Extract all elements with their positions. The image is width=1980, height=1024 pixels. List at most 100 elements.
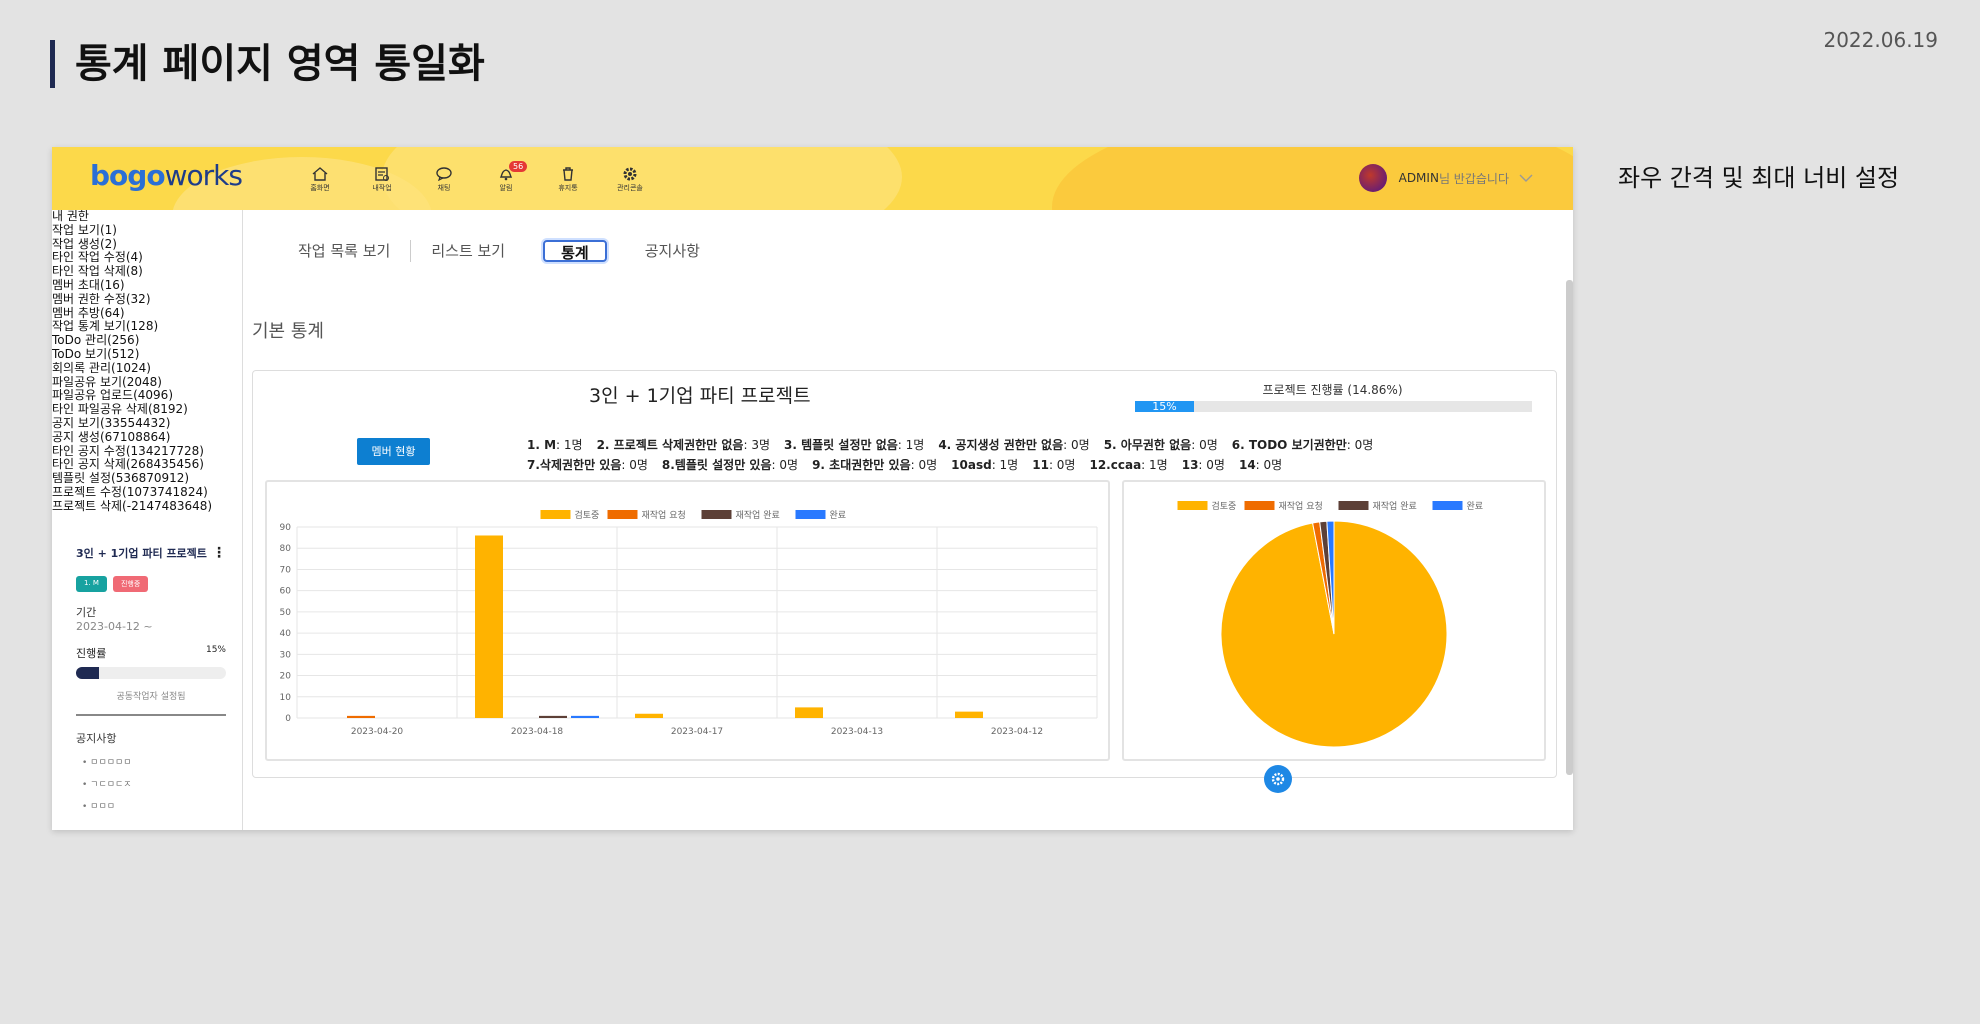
bar[interactable] xyxy=(539,715,567,718)
permission-item: 회의록 관리(1024) xyxy=(52,360,151,375)
y-tick-label: 0 xyxy=(285,714,291,724)
notice-item[interactable]: • ㅁㅁㅁㅁㅁ xyxy=(76,755,226,768)
legend-swatch[interactable] xyxy=(1244,501,1275,510)
legend-label[interactable]: 재작업 요청 xyxy=(1279,501,1323,512)
permission-item: 타인 공지 삭제(268435456) xyxy=(52,457,204,472)
project-name: 3인 + 1기업 파티 프로젝트 xyxy=(589,385,811,407)
y-tick-label: 60 xyxy=(280,587,292,597)
nav-chat[interactable]: 채팅 xyxy=(419,167,469,193)
nav-trash[interactable]: 휴지통 xyxy=(543,167,593,193)
coworker-status[interactable]: 공동작업자 설정됨 xyxy=(76,689,226,702)
sidebar: 내 권한 작업 보기(1) 작업 생성(2) 타인 작업 수정(4) 타인 작업 삭제(… xyxy=(52,210,243,830)
notice-item[interactable]: • ㄱㄷㅁㄷㅈ xyxy=(76,777,226,790)
scrollbar[interactable] xyxy=(1566,280,1573,775)
nav-admin-console[interactable]: 관리콘솔 xyxy=(605,167,655,193)
section-title: 기본 통계 xyxy=(252,321,324,342)
permission-item: 멤버 초대(16) xyxy=(52,277,125,292)
task-icon xyxy=(375,167,389,181)
nav-notifications[interactable]: 알림 56 xyxy=(481,161,531,193)
y-tick-label: 70 xyxy=(280,565,292,575)
legend-swatch[interactable] xyxy=(701,510,732,519)
statistics-panel: 3인 + 1기업 파티 프로젝트 프로젝트 진행률 (14.86%) 15% 멤… xyxy=(252,370,1557,778)
permission-item: 작업 보기(1) xyxy=(52,222,117,237)
bar[interactable] xyxy=(571,715,599,718)
legend-swatch[interactable] xyxy=(540,510,571,519)
bar[interactable] xyxy=(347,715,375,718)
bar[interactable] xyxy=(635,713,663,718)
x-tick-label: 2023-04-17 xyxy=(671,727,723,737)
x-tick-label: 2023-04-13 xyxy=(831,727,883,737)
legend-label[interactable]: 검토중 xyxy=(575,509,600,521)
role-count: 9. 초대권한만 있음: 0명 xyxy=(812,458,938,472)
y-tick-label: 90 xyxy=(280,523,292,533)
permission-item: 공지 보기(33554432) xyxy=(52,415,171,430)
project-card-title[interactable]: 3인 + 1기업 파티 프로젝트 xyxy=(76,545,226,561)
chat-icon xyxy=(436,167,452,181)
legend-label[interactable]: 완료 xyxy=(830,510,847,521)
nav-label: 알림 xyxy=(499,184,513,192)
pie-chart-card: 검토중 재작업 요청 재작업 완료 완료 xyxy=(1122,480,1546,761)
legend-swatch[interactable] xyxy=(1432,501,1463,510)
nav-home[interactable]: 홈화면 xyxy=(295,167,345,193)
nav-label: 채팅 xyxy=(437,184,451,192)
member-status-button[interactable]: 멤버 현황 xyxy=(357,438,430,465)
nav-label: 홈화면 xyxy=(310,184,330,192)
role-count: 11: 0명 xyxy=(1032,458,1076,472)
role-count: 1. M: 1명 xyxy=(527,438,583,452)
divider xyxy=(76,714,226,716)
permission-item: 프로젝트 수정(1073741824) xyxy=(52,484,208,499)
bar[interactable] xyxy=(475,535,503,718)
permission-item: 멤버 추방(64) xyxy=(52,305,125,320)
role-count: 13: 0명 xyxy=(1181,458,1225,472)
role-count: 10asd: 1명 xyxy=(951,458,1019,472)
role-count: 8.템플릿 설정만 있음: 0명 xyxy=(661,458,799,472)
role-count: 4. 공지생성 권한만 없음: 0명 xyxy=(938,438,1090,452)
role-count: 14: 0명 xyxy=(1238,458,1283,472)
y-tick-label: 40 xyxy=(280,629,292,639)
tab-notice[interactable]: 공지사항 xyxy=(625,240,720,262)
tab-statistics[interactable]: 통계 xyxy=(543,240,607,262)
legend-swatch[interactable] xyxy=(1338,501,1369,510)
permission-item: 프로젝트 삭제(-2147483648) xyxy=(52,498,213,513)
user-menu[interactable]: ADMIN 님 반갑습니다 xyxy=(1358,164,1533,192)
legend-label[interactable]: 검토중 xyxy=(1212,500,1237,512)
legend-label[interactable]: 재작업 요청 xyxy=(642,510,686,521)
legend-label[interactable]: 재작업 완료 xyxy=(1373,501,1417,512)
role-counts: 1. M: 1명 2. 프로젝트 삭제권한만 없음: 3명 3. 템플릿 설정만 없… xyxy=(527,435,1477,475)
progress-fill-text: 15% xyxy=(1135,401,1194,412)
permission-item: ToDo 관리(256) xyxy=(52,333,140,348)
project-progress-bar: 15% xyxy=(1135,401,1532,412)
tab-task-list[interactable]: 작업 목록 보기 xyxy=(278,240,412,262)
tab-list-view[interactable]: 리스트 보기 xyxy=(411,240,525,262)
app-screenshot: bogoworks 홈화면 내작업 채팅 알림 56 휴지통 관리콘솔 ADMI… xyxy=(52,147,1573,830)
x-tick-label: 2023-04-20 xyxy=(351,727,404,737)
settings-fab[interactable] xyxy=(1264,765,1292,793)
y-tick-label: 30 xyxy=(280,650,292,660)
project-card: 3인 + 1기업 파티 프로젝트 ⋮ 1. M 진행중 기간 2023-04-1… xyxy=(76,545,226,812)
permission-item: 파일공유 보기(2048) xyxy=(52,374,162,389)
app-logo[interactable]: bogoworks xyxy=(90,159,243,192)
permission-item: 작업 통계 보기(128) xyxy=(52,319,159,334)
x-tick-label: 2023-04-18 xyxy=(511,727,564,737)
y-tick-label: 50 xyxy=(280,608,292,618)
bar-chart-card: 검토중 재작업 요청 재작업 완료 완료 0 10 20 30 40 50 60 70 80 90 2023… xyxy=(265,480,1110,761)
more-options-icon[interactable]: ⋮ xyxy=(212,545,226,561)
role-count: 5. 아무권한 없음: 0명 xyxy=(1103,438,1218,452)
role-count: 6. TODO 보기권한만: 0명 xyxy=(1231,438,1374,452)
bar[interactable] xyxy=(955,711,983,718)
permission-item: 타인 공지 수정(134217728) xyxy=(52,443,204,458)
legend-label[interactable]: 재작업 완료 xyxy=(736,510,780,521)
legend-label[interactable]: 완료 xyxy=(1467,501,1484,512)
legend-swatch[interactable] xyxy=(607,510,638,519)
notice-item[interactable]: • ㅁㅁㅁ xyxy=(76,799,226,812)
role-count: 12.ccaa: 1명 xyxy=(1089,458,1168,472)
home-icon xyxy=(312,167,328,181)
legend-swatch[interactable] xyxy=(1177,501,1208,510)
permission-item: 파일공유 업로드(4096) xyxy=(52,388,173,403)
bar[interactable] xyxy=(795,707,823,718)
user-name: ADMIN xyxy=(1398,171,1439,185)
nav-my-tasks[interactable]: 내작업 xyxy=(357,167,407,193)
legend-swatch[interactable] xyxy=(795,510,826,519)
permission-item: 멤버 권한 수정(32) xyxy=(52,291,151,306)
gear-icon xyxy=(623,167,637,181)
